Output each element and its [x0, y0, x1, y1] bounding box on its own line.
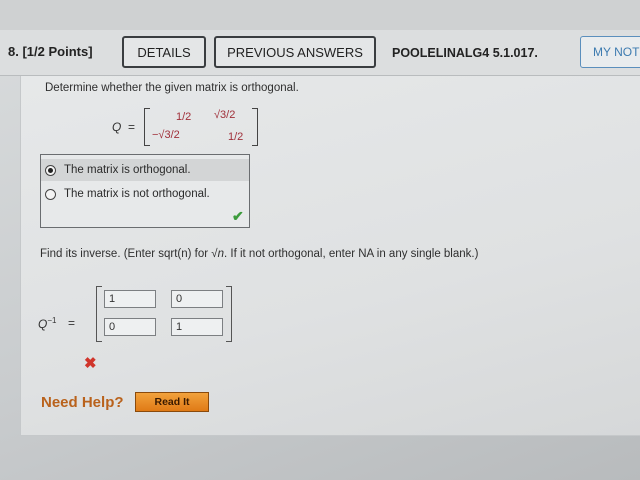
inverse-entry-input[interactable]: 1	[104, 290, 156, 308]
radio-selected-icon[interactable]	[45, 164, 56, 176]
matrix-cell: 1/2	[176, 111, 192, 123]
matrix-cell: √3/2	[214, 109, 236, 121]
inverse-entry-input[interactable]: 1	[171, 318, 223, 336]
choice-label: The matrix is orthogonal.	[64, 164, 191, 176]
question-number: 8. [1/2 Points]	[8, 44, 93, 59]
matrix-equals: =	[128, 120, 136, 134]
my-notes-button[interactable]: MY NOT	[580, 36, 640, 68]
sqrt-symbol: √n	[211, 248, 224, 260]
choice-orthogonal[interactable]: The matrix is orthogonal.	[41, 159, 249, 181]
correct-check-icon: ✔	[232, 208, 244, 224]
choice-group: The matrix is orthogonal. The matrix is …	[40, 154, 250, 228]
question-prompt: Determine whether the given matrix is or…	[45, 82, 299, 94]
question-header: 8. [1/2 Points] DETAILS PREVIOUS ANSWERS…	[0, 30, 640, 76]
inverse-label: Q−1	[38, 316, 56, 331]
choice-not-orthogonal[interactable]: The matrix is not orthogonal.	[41, 183, 249, 205]
inverse-prompt-text: Find its inverse. (Enter sqrt(n) for	[40, 248, 212, 260]
inverse-entry-input[interactable]: 0	[171, 290, 223, 308]
inverse-left-bracket	[96, 286, 102, 342]
inverse-entry-input[interactable]: 0	[104, 318, 156, 336]
previous-answers-button[interactable]: PREVIOUS ANSWERS	[214, 36, 376, 68]
top-band	[0, 0, 640, 30]
matrix-left-bracket	[144, 108, 150, 146]
need-help-label: Need Help?	[41, 394, 124, 411]
matrix-cell: −√3/2	[152, 129, 180, 141]
inverse-prompt-text: . If it not orthogonal, enter NA in any …	[224, 248, 479, 260]
radio-unselected-icon[interactable]	[45, 188, 56, 200]
inverse-prompt: Find its inverse. (Enter sqrt(n) for √n.…	[40, 248, 478, 260]
inverse-label-base: Q	[38, 317, 48, 331]
inverse-equals: =	[68, 316, 76, 330]
details-button[interactable]: DETAILS	[122, 36, 206, 68]
matrix-cell: 1/2	[228, 131, 244, 143]
inverse-right-bracket	[226, 286, 232, 342]
matrix-label: Q	[112, 120, 122, 134]
incorrect-x-icon: ✖	[84, 355, 97, 372]
read-it-button[interactable]: Read It	[135, 392, 209, 412]
inverse-label-exponent: −1	[47, 316, 57, 325]
matrix-right-bracket	[252, 108, 258, 146]
problem-code: POOLELINALG4 5.1.017.	[392, 46, 538, 60]
choice-label: The matrix is not orthogonal.	[64, 188, 210, 200]
